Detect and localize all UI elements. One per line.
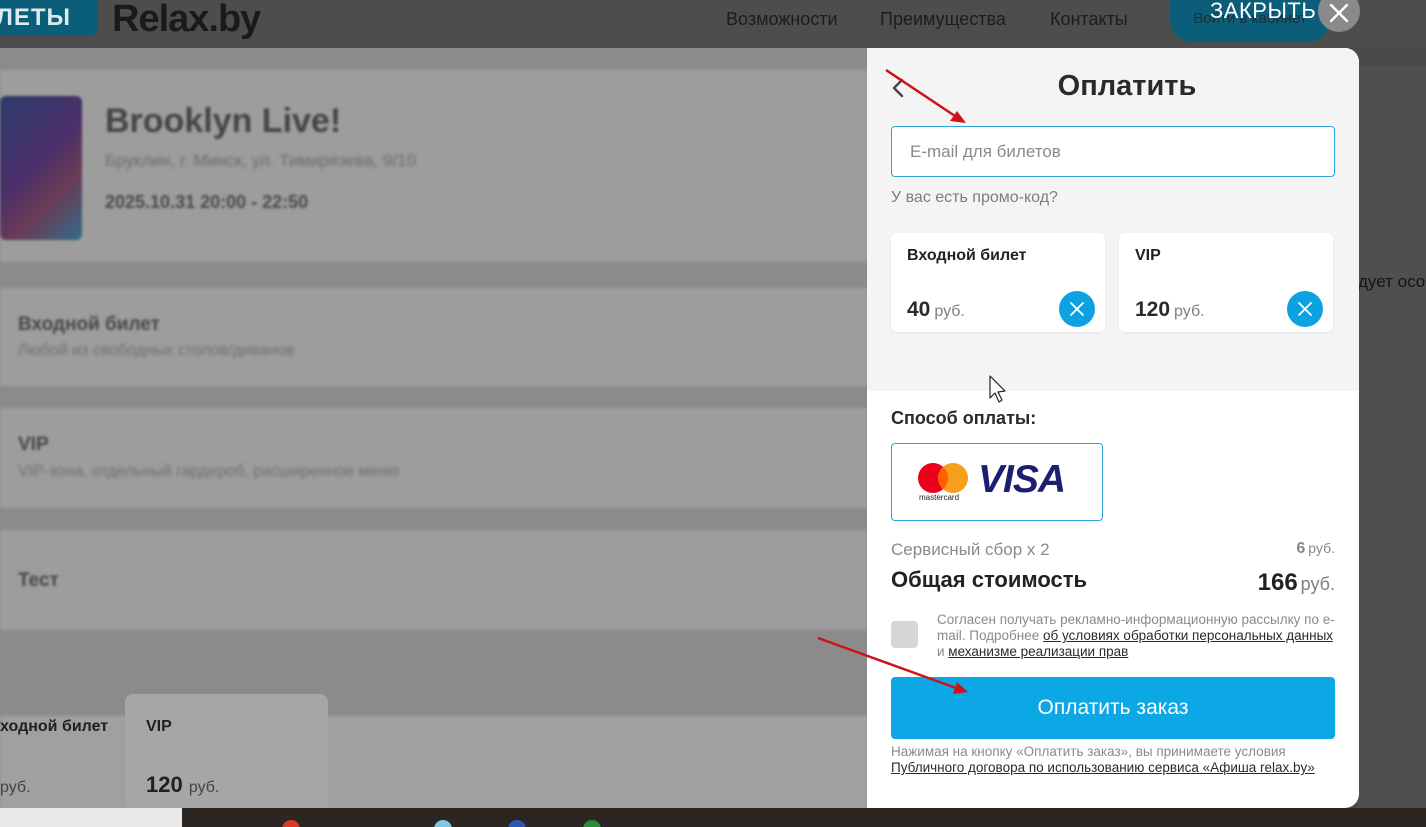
payment-method-card-option[interactable]: mastercard VISA (891, 443, 1103, 521)
selected-ticket-card: VIP 120 руб. (1119, 233, 1333, 332)
close-modal-label[interactable]: ЗАКРЫТЬ (1210, 0, 1316, 24)
taskbar (0, 808, 1426, 827)
privacy-policy-link[interactable]: об условиях обработки персональных данны… (1043, 628, 1333, 643)
background-event-page: Brooklyn Live! Бруклин, г. Минск, ул. Ти… (0, 48, 868, 808)
payment-method-label: Способ оплаты: (891, 408, 1037, 428)
remove-ticket-button[interactable] (1059, 291, 1095, 327)
ticket-row (0, 408, 868, 508)
cart-tile-name: VIP (146, 718, 172, 735)
close-icon (1329, 3, 1349, 23)
service-fee-value: 6 (1296, 540, 1306, 557)
selected-ticket-card: Входной билет 40 руб. (891, 233, 1105, 332)
brand-badge: ЛЕТЫ (0, 0, 98, 36)
service-fee-label: Сервисный сбор x 2 (891, 540, 1050, 559)
background-right-text: дует осо (1358, 272, 1426, 291)
remove-ticket-icon (1070, 302, 1084, 316)
ticket-row-title: Входной билет (18, 314, 160, 335)
public-contract-link[interactable]: Публичного договора по использованию сер… (891, 760, 1315, 775)
cart-tile: ходной билет руб. (0, 694, 120, 808)
mastercard-logo (918, 463, 968, 493)
nav-link-contacts[interactable]: Контакты (1050, 9, 1128, 30)
pay-order-button[interactable]: Оплатить заказ (891, 677, 1335, 739)
ticket-price-currency: руб. (1174, 303, 1205, 320)
ticket-price: 40 руб. (907, 298, 965, 322)
ticket-price-value: 40 (907, 298, 931, 321)
taskbar-search[interactable] (0, 808, 182, 827)
service-fee-amount: 6 руб. (1296, 540, 1335, 558)
payment-modal: Оплатить У вас есть промо-код? Входной б… (867, 48, 1359, 808)
visa-logo: VISA (978, 458, 1066, 501)
modal-title: Оплатить (1057, 70, 1197, 102)
ticket-row (0, 288, 868, 386)
ticket-price: 120 руб. (1135, 298, 1205, 322)
mastercard-wordmark: mastercard (919, 493, 960, 502)
ticket-row-desc: Любой из свободных столов/диванов (18, 342, 295, 359)
ticket-row (0, 530, 868, 630)
total-amount: 166 руб. (1258, 569, 1335, 597)
cart-tile-price: 120 (146, 772, 183, 797)
event-poster (0, 96, 82, 240)
ticket-price-currency: руб. (934, 303, 965, 320)
ticket-row-desc: VIP-зона, отдельный гардероб, расширенно… (18, 463, 400, 480)
remove-ticket-button[interactable] (1287, 291, 1323, 327)
terms-text-part: Нажимая на кнопку «Оплатить заказ», вы п… (891, 744, 1286, 759)
rights-mechanism-link[interactable]: механизме реализации прав (948, 644, 1128, 659)
background-right-strip (1359, 66, 1426, 808)
taskbar-app-icon[interactable] (583, 820, 601, 827)
ticket-price-value: 120 (1135, 298, 1171, 321)
cart-tile-currency: руб. (0, 779, 31, 796)
consent-text: Согласен получать рекламно-информационну… (937, 612, 1337, 660)
terms-text: Нажимая на кнопку «Оплатить заказ», вы п… (891, 744, 1335, 776)
ticket-row-title: Тест (18, 570, 59, 591)
event-address: Бруклин, г. Минск, ул. Тимирязева, 9/10 (105, 151, 416, 170)
event-title: Brooklyn Live! (105, 102, 342, 140)
service-fee-currency: руб. (1308, 540, 1335, 556)
total-currency: руб. (1300, 574, 1335, 594)
total-value: 166 (1257, 569, 1298, 596)
taskbar-app-icon[interactable] (282, 820, 300, 827)
email-input[interactable] (891, 126, 1335, 177)
taskbar-app-icon[interactable] (508, 820, 526, 827)
ticket-row-title: VIP (18, 434, 49, 455)
promo-code-link[interactable]: У вас есть промо-код? (891, 189, 1058, 207)
cart-tile: VIP 120 руб. (125, 694, 328, 808)
total-label: Общая стоимость (891, 567, 1088, 592)
nav-link-features[interactable]: Возможности (726, 9, 838, 30)
nav-link-advantages[interactable]: Преимущества (880, 9, 1006, 30)
cart-tile-currency: руб. (188, 779, 220, 796)
consent-text-part: и (937, 644, 949, 659)
taskbar-app-icon[interactable] (434, 820, 452, 827)
event-datetime: 2025.10.31 20:00 - 22:50 (105, 192, 309, 212)
ticket-name: VIP (1135, 247, 1161, 264)
consent-checkbox[interactable] (891, 621, 918, 648)
cart-tile-name: ходной билет (0, 718, 109, 735)
brand-logo[interactable]: Relax.by (112, 0, 261, 41)
remove-ticket-icon (1298, 302, 1312, 316)
ticket-name: Входной билет (907, 247, 1027, 264)
